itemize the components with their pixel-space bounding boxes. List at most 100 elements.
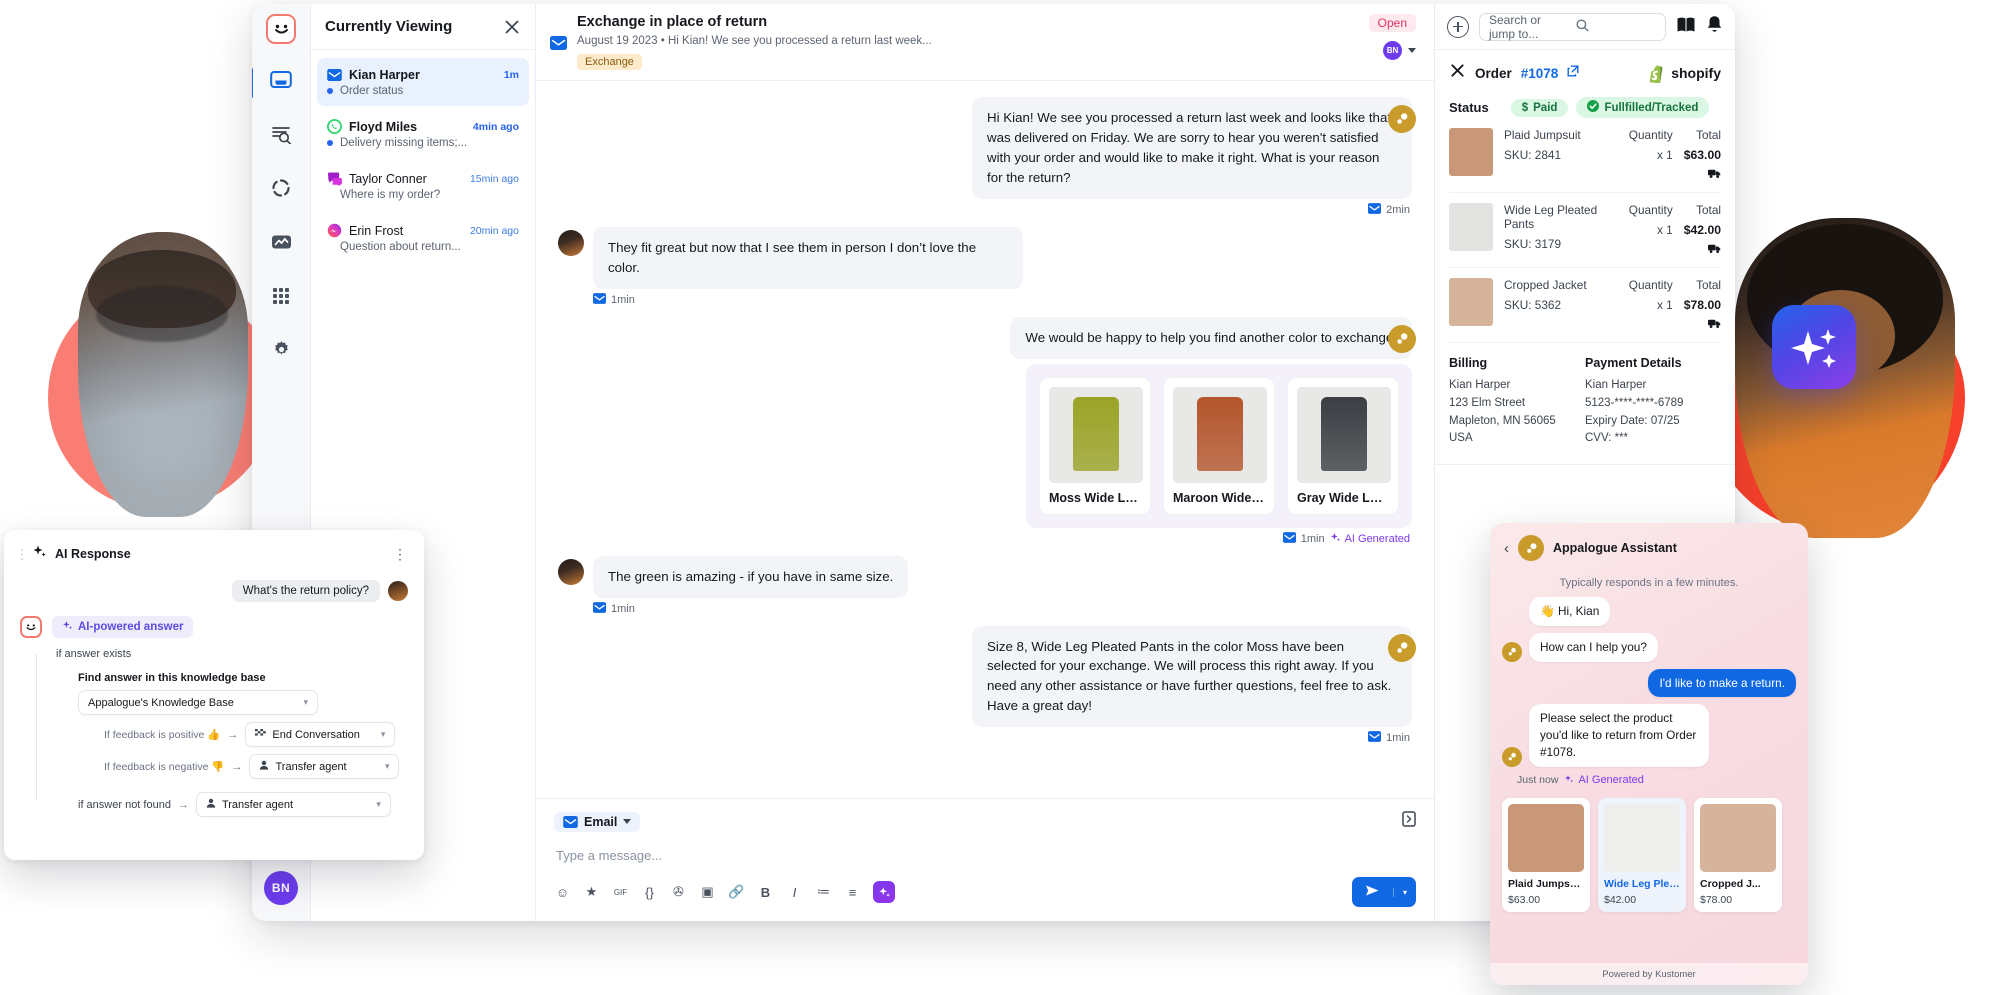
analytics-icon — [271, 233, 292, 256]
person-icon — [206, 798, 216, 811]
person-icon — [259, 760, 269, 773]
shipping-truck-icon[interactable] — [1684, 241, 1721, 259]
product-image — [1173, 386, 1267, 483]
product-image — [1604, 803, 1680, 872]
product-name: Maroon Wide L... — [1173, 490, 1265, 505]
conversation-item-3[interactable]: Erin Frost 20min ago Question about return… — [317, 214, 529, 262]
shipping-truck-icon[interactable] — [1684, 166, 1721, 184]
thread-title: Exchange in place of return — [577, 14, 768, 30]
image-icon[interactable]: ▣ — [699, 884, 716, 901]
payment-line: 5123-****-****-6789 — [1585, 396, 1684, 409]
unread-dot — [327, 140, 333, 146]
thread-assignee[interactable]: BN — [1383, 41, 1416, 60]
conversation-items: Kian Harper 1m Order status Floyd Miles 4min… — [311, 50, 535, 274]
ai-powered-answer-badge: AI-powered answer — [52, 616, 194, 638]
status-badge-fulfilled: Fullfilled/Tracked — [1576, 97, 1710, 118]
sidebar-item-search[interactable] — [259, 114, 303, 158]
email-icon — [593, 292, 606, 307]
link-icon[interactable]: 🔗 — [728, 884, 745, 901]
conversation-item-0[interactable]: Kian Harper 1m Order status — [317, 58, 529, 106]
shipping-truck-icon[interactable] — [1684, 316, 1721, 334]
support-agent-photo-figure — [78, 232, 248, 517]
email-icon — [1368, 731, 1382, 745]
sidebar-item-inbox[interactable] — [252, 60, 303, 104]
widget-message-list: 👋 Hi, Kian How can I help you? I'd like to… — [1490, 597, 1808, 767]
feedback-positive-action-select[interactable]: End Conversation ▾ — [245, 722, 396, 747]
chevron-left-icon[interactable]: ‹ — [1504, 540, 1509, 557]
message-input[interactable]: Type a message... — [554, 832, 1416, 877]
drag-handle-icon[interactable] — [20, 548, 24, 561]
widget-message-bubble: I'd like to make a return. — [1648, 668, 1796, 698]
italic-icon[interactable]: I — [786, 884, 803, 901]
appalogue-logo — [1502, 746, 1522, 767]
feedback-negative-action-select[interactable]: Transfer agent ▾ — [249, 754, 400, 779]
attachment-icon[interactable]: ✇ — [670, 884, 687, 901]
order-item-2: Cropped Jacket SKU: 5362 Quantity x 1 Total $… — [1449, 268, 1721, 343]
close-icon[interactable] — [503, 18, 521, 36]
status-badge[interactable]: Open — [1368, 14, 1416, 32]
conversation-item-2[interactable]: Taylor Conner 15min ago Where is my order? — [317, 162, 529, 210]
product-card-2[interactable]: Gray Wide Leg... — [1287, 376, 1399, 515]
branch-answer-not-found: if answer not found — [78, 798, 171, 811]
order-item-total: Total $42.00 — [1684, 203, 1721, 259]
external-link-icon[interactable] — [1567, 64, 1579, 82]
not-found-action-select[interactable]: Transfer agent ▾ — [195, 792, 391, 817]
ai-sparkle-icon[interactable] — [873, 881, 895, 903]
message-5: Size 8, Wide Leg Pleated Pants in the co… — [558, 625, 1416, 746]
bullet-list-icon[interactable]: ≡ — [844, 884, 861, 901]
widget-product-card-1[interactable]: Wide Leg Pleat... $42.00 — [1598, 797, 1686, 912]
order-item-quantity: Quantity x 1 — [1629, 278, 1673, 334]
sidebar-item-settings[interactable] — [259, 330, 303, 374]
widget-product-carousel: Plaid Jumpsuit... $63.00 Wide Leg Pleat...… — [1490, 794, 1808, 912]
kustomer-smiley-logo[interactable] — [266, 14, 296, 44]
plus-icon[interactable] — [1447, 15, 1469, 38]
message-meta: 1min — [593, 292, 1412, 307]
order-number[interactable]: #1078 — [1521, 66, 1559, 81]
message-0: Hi Kian! We see you processed a return l… — [558, 97, 1416, 217]
arrow-icon: → — [227, 728, 239, 741]
conversation-item-1[interactable]: Floyd Miles 4min ago Delivery missing item… — [317, 110, 529, 158]
snippet-icon[interactable]: {} — [641, 884, 658, 901]
kb-heading: Find answer in this knowledge base — [78, 672, 266, 684]
sidebar-item-apps[interactable] — [259, 276, 303, 320]
send-button[interactable]: ▾ — [1351, 877, 1416, 907]
send-options-caret[interactable]: ▾ — [1392, 887, 1416, 897]
product-card-0[interactable]: Moss Wide Leg... — [1039, 376, 1151, 515]
refresh-circle-icon — [271, 178, 291, 203]
ai-generated-badge: AI Generated — [1330, 532, 1410, 546]
quantity-header: Quantity — [1628, 128, 1673, 142]
conversation-time: 1m — [503, 68, 519, 81]
billing-line: Kian Harper — [1449, 379, 1511, 391]
message-time: 1min — [611, 293, 635, 306]
sidebar-item-reports[interactable] — [259, 222, 303, 266]
search-input[interactable]: Search or jump to... — [1479, 12, 1666, 41]
gif-icon[interactable]: GIF — [612, 884, 629, 901]
assignee-avatar: BN — [1383, 41, 1402, 60]
knowledge-book-icon[interactable] — [1676, 16, 1696, 38]
bell-icon[interactable] — [1706, 15, 1723, 38]
bold-icon[interactable]: B — [757, 884, 774, 901]
shortcut-icon[interactable] — [1402, 811, 1416, 832]
widget-message-bubble: Please select the product you'd like to … — [1529, 704, 1709, 767]
knowledge-base-select[interactable]: Appalogue's Knowledge Base ▾ — [78, 690, 318, 715]
ai-response-title: AI Response — [55, 547, 131, 561]
channel-selector[interactable]: Email — [554, 811, 641, 832]
sidebar-item-workflows[interactable] — [259, 168, 303, 212]
more-vertical-icon[interactable]: ⋮ — [393, 547, 408, 561]
emoji-icon[interactable]: ☺ — [554, 884, 571, 901]
ordered-list-icon[interactable]: ≔ — [815, 884, 832, 901]
message-2: We would be happy to help you find anoth… — [558, 316, 1416, 359]
conversation-preview: Order status — [340, 85, 404, 97]
thread-tag[interactable]: Exchange — [577, 54, 642, 70]
shopify-logo: shopify — [1649, 64, 1721, 83]
whatsapp-icon — [327, 119, 342, 134]
widget-product-card-2[interactable]: Cropped J... $78.00 — [1694, 797, 1782, 912]
conversation-list-title: Currently Viewing — [325, 18, 453, 35]
widget-product-card-0[interactable]: Plaid Jumpsuit... $63.00 — [1502, 797, 1590, 912]
chat-icon — [327, 171, 342, 186]
appalogue-logo — [1518, 535, 1544, 561]
sticker-icon[interactable]: ★ — [583, 884, 600, 901]
close-icon[interactable] — [1449, 62, 1466, 84]
user-avatar[interactable]: BN — [264, 871, 298, 905]
product-card-1[interactable]: Maroon Wide L... — [1163, 376, 1275, 515]
